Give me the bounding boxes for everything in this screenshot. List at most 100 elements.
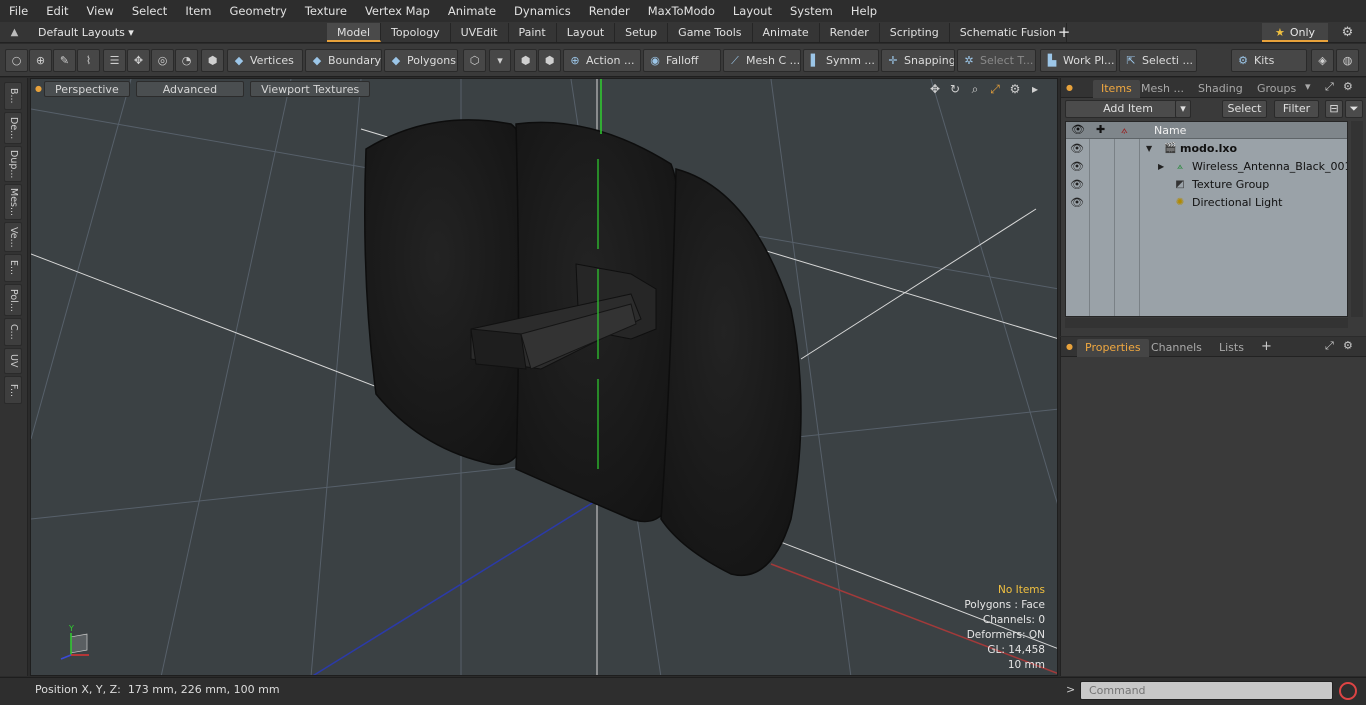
viewport-settings-icon[interactable]: ⚙	[1005, 81, 1025, 97]
tab-render[interactable]: Render	[820, 23, 880, 42]
snapping-button[interactable]: ✛ Snapping	[881, 49, 955, 72]
item-mode-icon[interactable]: ⬢	[201, 49, 224, 72]
tab-lists[interactable]: Lists	[1211, 339, 1252, 357]
visibility-eye-icon[interactable]: 👁	[1070, 142, 1084, 156]
tree-row-texture-group[interactable]: 👁 ◩ Texture Group	[1066, 176, 1347, 194]
mesh-constraint-button[interactable]: ⟋ Mesh C ...	[723, 49, 801, 72]
tree-row-scene[interactable]: 👁 ▼ 🎬 modo.lxo	[1066, 140, 1347, 158]
expand-right-icon[interactable]: ▶	[1158, 158, 1164, 176]
globe-icon[interactable]: ⊕	[29, 49, 52, 72]
add-tab-icon[interactable]: +	[1261, 339, 1272, 354]
tab-shading[interactable]: Shading	[1190, 80, 1251, 98]
menu-help[interactable]: Help	[842, 0, 886, 22]
wireless-antenna-model[interactable]	[364, 119, 802, 576]
tab-paint[interactable]: Paint	[509, 23, 557, 42]
menu-item[interactable]: Item	[176, 0, 220, 22]
move-icon[interactable]: ✥	[127, 49, 150, 72]
tree-row-light[interactable]: 👁 ✺ Directional Light	[1066, 194, 1347, 212]
panel-gear-icon[interactable]: ⚙	[1343, 339, 1353, 352]
strip-tab-polygon[interactable]: Pol...	[4, 284, 22, 316]
collapse-icon[interactable]: ⊟	[1325, 100, 1343, 118]
menu-system[interactable]: System	[781, 0, 842, 22]
filter-funnel-icon[interactable]: ⏷	[1345, 100, 1363, 118]
tab-uvedit[interactable]: UVEdit	[451, 23, 509, 42]
only-toggle[interactable]: ★ Only	[1262, 23, 1328, 42]
select-button[interactable]: Select	[1222, 100, 1267, 118]
strip-tab-duplicate[interactable]: Dup...	[4, 146, 22, 182]
menu-animate[interactable]: Animate	[439, 0, 505, 22]
strip-tab-vertex[interactable]: Ve...	[4, 222, 22, 252]
panel-expand-icon[interactable]: ⤢	[1325, 80, 1334, 94]
expand-down-icon[interactable]: ▼	[1146, 140, 1152, 158]
tab-scripting[interactable]: Scripting	[880, 23, 950, 42]
menu-layout[interactable]: Layout	[724, 0, 781, 22]
select-through-button[interactable]: ✲ Select T...	[957, 49, 1036, 72]
tree-horizontal-scrollbar[interactable]	[1065, 318, 1348, 328]
rotate-icon[interactable]: ◎	[151, 49, 174, 72]
tab-topology[interactable]: Topology	[381, 23, 451, 42]
falloff-button[interactable]: ◉ Falloff	[643, 49, 721, 72]
tree-vertical-scrollbar[interactable]	[1351, 121, 1363, 317]
menu-render[interactable]: Render	[580, 0, 639, 22]
visibility-eye-icon[interactable]: 👁	[1070, 196, 1084, 210]
tabs-dropdown-icon[interactable]: ▾	[1305, 80, 1311, 93]
add-item-button[interactable]: Add Item	[1065, 100, 1191, 118]
selection-sets-button[interactable]: ⇱ Selecti ...	[1119, 49, 1197, 72]
layout-preset-dropdown[interactable]: Default Layouts ▾	[32, 23, 140, 42]
strip-tab-deform[interactable]: De...	[4, 112, 22, 144]
boundary-button[interactable]: ◆ Boundary	[305, 49, 382, 72]
menu-file[interactable]: File	[0, 0, 37, 22]
unreal-icon[interactable]: ◍	[1336, 49, 1359, 72]
3d-viewport[interactable]: Y ● Perspective Advanced Viewport Textur…	[30, 78, 1058, 676]
visibility-eye-icon[interactable]: 👁	[1070, 160, 1084, 174]
maximize-icon[interactable]: ⤢	[985, 81, 1005, 97]
add-item-dropdown-icon[interactable]: ▾	[1175, 100, 1191, 118]
brush-icon[interactable]: ⌇	[77, 49, 100, 72]
menu-geometry[interactable]: Geometry	[221, 0, 296, 22]
circle-select-icon[interactable]: ○	[5, 49, 28, 72]
symmetry-cube-icon[interactable]: ⬢	[514, 49, 537, 72]
zoom-icon[interactable]: ⌕	[965, 81, 985, 97]
menu-select[interactable]: Select	[123, 0, 176, 22]
tab-schematic-fusion[interactable]: Schematic Fusion	[950, 23, 1068, 42]
action-center-button[interactable]: ⊕ Action ...	[563, 49, 641, 72]
tab-animate[interactable]: Animate	[753, 23, 820, 42]
menu-vertex-map[interactable]: Vertex Map	[356, 0, 439, 22]
panel-expand-icon[interactable]: ⤢	[1325, 339, 1334, 353]
material-icon[interactable]: ⬡	[463, 49, 486, 72]
viewport-perspective-tab[interactable]: Perspective	[44, 81, 130, 97]
pen-icon[interactable]: ✎	[53, 49, 76, 72]
menu-texture[interactable]: Texture	[296, 0, 356, 22]
panel-gear-icon[interactable]: ⚙	[1343, 80, 1353, 93]
scale-icon[interactable]: ◔	[175, 49, 198, 72]
tab-channels[interactable]: Channels	[1143, 339, 1210, 357]
strip-tab-fusion[interactable]: F...	[4, 376, 22, 404]
layout-up-icon[interactable]: ▲	[8, 26, 21, 39]
command-arrow-icon[interactable]: >	[1066, 683, 1075, 697]
work-plane-button[interactable]: ▙ Work Pl...	[1040, 49, 1117, 72]
visibility-eye-icon[interactable]: 👁	[1070, 178, 1084, 192]
vertices-button[interactable]: ◆ Vertices	[227, 49, 303, 72]
menu-dynamics[interactable]: Dynamics	[505, 0, 580, 22]
strip-tab-basic[interactable]: B...	[4, 82, 22, 110]
add-tab-icon[interactable]: +	[1057, 22, 1071, 43]
unity-icon[interactable]: ◈	[1311, 49, 1334, 72]
menu-maxtomodo[interactable]: MaxToModo	[639, 0, 724, 22]
tab-layout[interactable]: Layout	[557, 23, 616, 42]
viewport-advanced-tab[interactable]: Advanced	[135, 81, 245, 97]
viewport-scene[interactable]: Y	[31, 79, 1058, 676]
symmetry-button[interactable]: ▌ Symm ...	[803, 49, 879, 72]
viewport-menu-arrow-icon[interactable]: ▸	[1025, 81, 1045, 97]
record-command-icon[interactable]	[1339, 682, 1357, 700]
tree-row-mesh[interactable]: 👁 ▶ ⟑ Wireless_Antenna_Black_001	[1066, 158, 1347, 176]
tab-model[interactable]: Model	[327, 23, 382, 42]
symmetry-x-icon[interactable]: ⬢	[538, 49, 561, 72]
menu-edit[interactable]: Edit	[37, 0, 77, 22]
tab-game-tools[interactable]: Game Tools	[668, 23, 753, 42]
strip-tab-mesh-edit[interactable]: Mes...	[4, 184, 22, 220]
gear-icon[interactable]: ⚙	[1340, 25, 1355, 40]
tab-setup[interactable]: Setup	[615, 23, 669, 42]
tab-properties[interactable]: Properties	[1077, 339, 1149, 357]
name-column-header[interactable]: Name	[1154, 122, 1186, 139]
material-dropdown-icon[interactable]: ▾	[489, 49, 511, 72]
